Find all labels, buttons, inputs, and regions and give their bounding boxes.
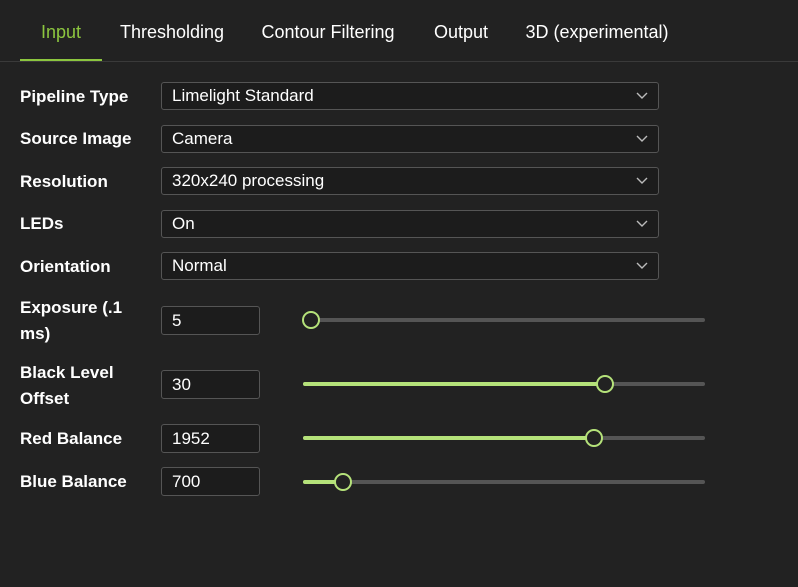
resolution-value: 320x240 processing	[172, 171, 325, 190]
tab-input[interactable]: Input	[20, 22, 102, 61]
orientation-select[interactable]: Normal	[161, 252, 659, 280]
black-level-label-line2: Offset	[20, 389, 70, 408]
tab-bar: Input Thresholding Contour Filtering Out…	[0, 0, 798, 62]
tab-contour-filtering[interactable]: Contour Filtering	[257, 22, 399, 61]
source-image-label: Source Image	[20, 129, 132, 148]
red-balance-label: Red Balance	[20, 429, 123, 448]
slider-thumb[interactable]	[595, 375, 614, 393]
slider-track	[303, 318, 705, 322]
exposure-label: Exposure (.1 ms)	[20, 295, 122, 347]
pipeline-type-value: Limelight Standard	[172, 86, 314, 105]
blue-balance-slider[interactable]	[303, 472, 705, 492]
resolution-select[interactable]: 320x240 processing	[161, 167, 659, 195]
black-level-label: Black Level Offset	[20, 360, 114, 412]
exposure-label-line2: ms)	[20, 324, 51, 343]
pipeline-type-label: Pipeline Type	[20, 87, 129, 106]
exposure-value: 5	[172, 311, 182, 330]
chevron-down-icon	[636, 92, 648, 99]
leds-label: LEDs	[20, 214, 64, 233]
tab-output[interactable]: Output	[428, 22, 494, 61]
source-image-select[interactable]: Camera	[161, 125, 659, 153]
orientation-label: Orientation	[20, 257, 111, 276]
tab-3d-experimental[interactable]: 3D (experimental)	[522, 22, 672, 61]
exposure-slider[interactable]	[302, 310, 705, 330]
chevron-down-icon	[636, 177, 648, 184]
black-level-slider[interactable]	[303, 374, 705, 394]
black-level-value: 30	[172, 375, 191, 394]
red-balance-input[interactable]: 1952	[161, 424, 260, 453]
leds-value: On	[172, 214, 195, 233]
slider-thumb[interactable]	[334, 473, 353, 491]
red-balance-slider[interactable]	[303, 428, 705, 448]
chevron-down-icon	[636, 262, 648, 269]
blue-balance-label: Blue Balance	[20, 472, 127, 491]
slider-thumb[interactable]	[585, 429, 604, 447]
slider-fill	[303, 436, 595, 440]
tab-thresholding[interactable]: Thresholding	[114, 22, 230, 61]
slider-thumb[interactable]	[302, 311, 321, 329]
black-level-label-line1: Black Level	[20, 363, 114, 382]
slider-fill	[303, 382, 605, 386]
orientation-value: Normal	[172, 256, 227, 275]
slider-track	[303, 480, 705, 484]
exposure-label-line1: Exposure (.1	[20, 298, 123, 317]
leds-select[interactable]: On	[161, 210, 659, 238]
chevron-down-icon	[636, 220, 648, 227]
resolution-label: Resolution	[20, 172, 108, 191]
source-image-value: Camera	[172, 129, 233, 148]
exposure-input[interactable]: 5	[161, 306, 260, 335]
red-balance-value: 1952	[172, 429, 210, 448]
pipeline-type-select[interactable]: Limelight Standard	[161, 82, 659, 110]
blue-balance-value: 700	[172, 472, 201, 491]
blue-balance-input[interactable]: 700	[161, 467, 260, 496]
chevron-down-icon	[636, 135, 648, 142]
black-level-input[interactable]: 30	[161, 370, 260, 399]
